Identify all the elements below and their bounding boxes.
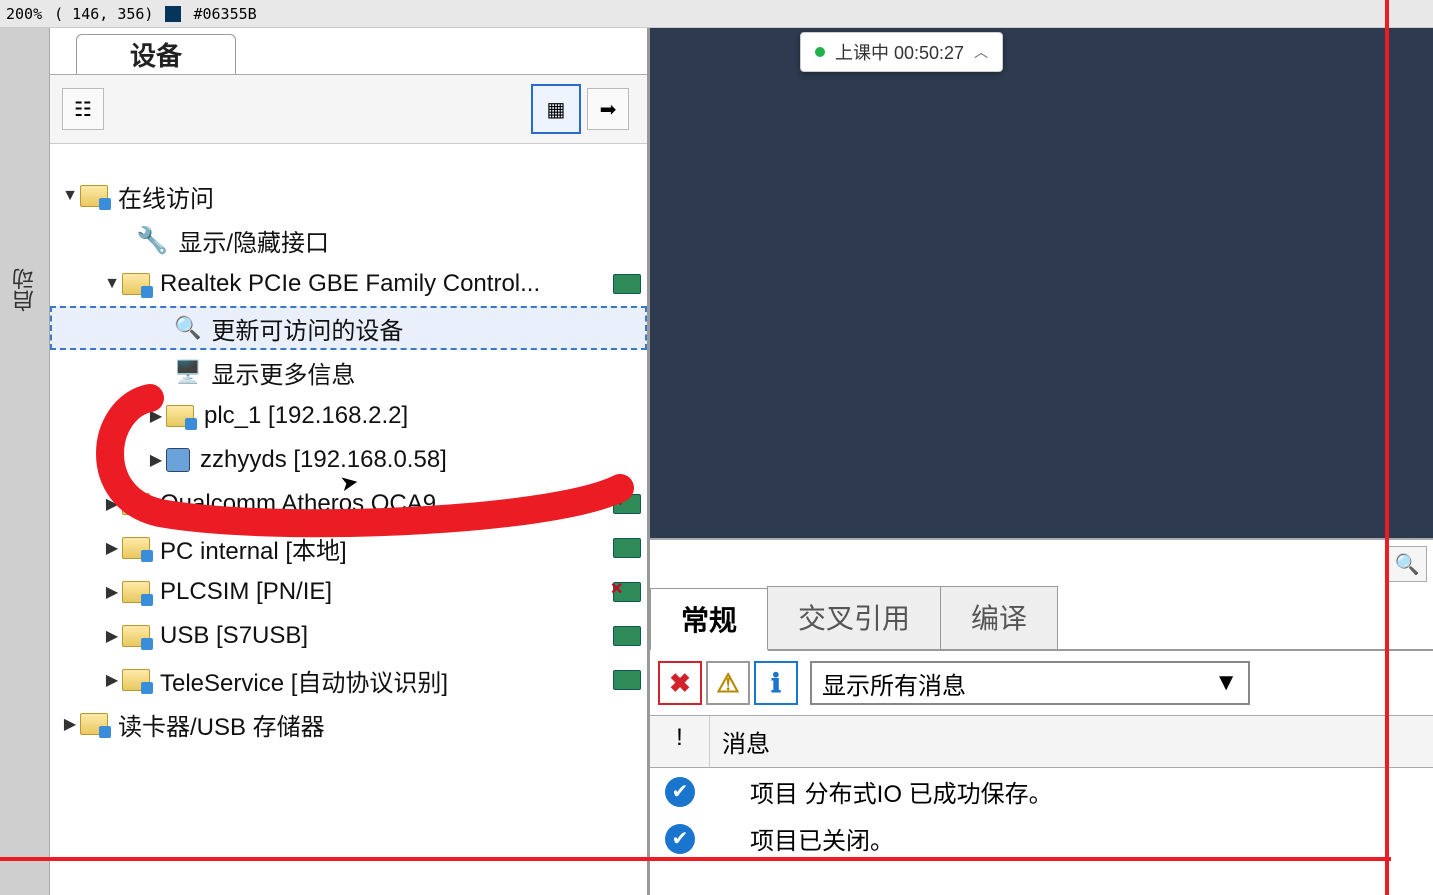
tree-label: 读卡器/USB 存储器: [118, 707, 325, 742]
tree-label: plc_1 [192.168.2.2]: [204, 402, 408, 430]
folder-icon: [80, 185, 108, 207]
tree-label: 显示/隐藏接口: [178, 223, 329, 258]
network-status-icon: [613, 626, 641, 646]
device-icon: [166, 448, 190, 472]
chevron-down-icon: ▼: [1214, 669, 1238, 697]
folder-icon: [122, 493, 150, 515]
tree-plc-1[interactable]: ▶ plc_1 [192.168.2.2]: [50, 394, 647, 438]
chevron-right-icon[interactable]: ▶: [60, 714, 80, 734]
info-search-button[interactable]: 🔍: [1387, 546, 1427, 582]
chevron-right-icon[interactable]: ▶: [102, 538, 122, 558]
folder-icon: [122, 273, 150, 295]
side-rail: 启动: [0, 28, 50, 895]
color-swatch: [165, 6, 181, 22]
info-panel: 🔍 常规 交叉引用 编译 ✖ ⚠ ℹ 显示所有消息 ▼ ! 消息 ✔: [650, 538, 1433, 895]
info-icon: 🖥️: [174, 359, 201, 385]
tree-label: USB [S7USB]: [160, 622, 308, 650]
message-row[interactable]: ✔ 项目 分布式IO 已成功保存。: [650, 768, 1433, 815]
message-filter-select[interactable]: 显示所有消息 ▼: [810, 661, 1250, 705]
cursor-coords: ( 146, 356): [54, 5, 153, 23]
chevron-right-icon[interactable]: ▶: [102, 494, 122, 514]
col-message: 消息: [710, 716, 1433, 767]
tree-teleservice[interactable]: ▶ TeleService [自动协议识别]: [50, 658, 647, 702]
tree-realtek-adapter[interactable]: ▼ Realtek PCIe GBE Family Control...: [50, 262, 647, 306]
message-table-header: ! 消息: [650, 715, 1433, 768]
info-strip: 200% ( 146, 356) #06355B: [0, 0, 1433, 28]
tree-label: PC internal [本地]: [160, 531, 347, 566]
right-side: 上课中 00:50:27 ︿ 🔍 常规 交叉引用 编译 ✖ ⚠ ℹ 显示所有消息…: [650, 28, 1433, 895]
tree-label: Realtek PCIe GBE Family Control...: [160, 270, 540, 298]
tree-usb[interactable]: ▶ USB [S7USB]: [50, 614, 647, 658]
color-hex: #06355B: [193, 5, 256, 23]
folder-icon: [122, 581, 150, 603]
folder-icon: [122, 625, 150, 647]
folder-icon: [122, 669, 150, 691]
message-text: 项目已关闭。: [710, 821, 1433, 856]
tree-online-access[interactable]: ▼ 在线访问: [50, 174, 647, 218]
status-dot-icon: [815, 47, 825, 57]
message-row[interactable]: ✔ 项目已关闭。: [650, 815, 1433, 862]
panel-toolbar: ☷ ▦ ➡: [50, 74, 647, 144]
tree-show-hide-interfaces[interactable]: 🔧 显示/隐藏接口: [50, 218, 647, 262]
side-rail-tab[interactable]: 启动: [9, 268, 41, 312]
tree-label: 更新可访问的设备: [211, 311, 403, 346]
devices-tab[interactable]: 设备: [76, 34, 236, 74]
device-tree: ▼ 在线访问 🔧 显示/隐藏接口 ▼ Realtek PCIe GBE Fami…: [50, 144, 647, 895]
chevron-up-icon[interactable]: ︿: [974, 42, 988, 62]
status-text: 上课中 00:50:27: [835, 39, 964, 65]
filter-info-button[interactable]: ℹ: [754, 661, 798, 705]
check-icon: ✔: [665, 824, 695, 854]
message-text: 项目 分布式IO 已成功保存。: [710, 774, 1433, 809]
chevron-right-icon[interactable]: ▶: [146, 450, 166, 470]
tree-update-accessible-devices[interactable]: 🔍 更新可访问的设备: [50, 306, 647, 350]
canvas-area[interactable]: 上课中 00:50:27 ︿: [650, 28, 1433, 538]
network-status-off-icon: [613, 582, 641, 602]
tree-plcsim[interactable]: ▶ PLCSIM [PN/IE]: [50, 570, 647, 614]
tab-compile[interactable]: 编译: [940, 586, 1058, 649]
refresh-icon: 🔍: [174, 315, 201, 341]
network-status-icon: [613, 670, 641, 690]
tree-label: 在线访问: [118, 179, 214, 214]
tab-general[interactable]: 常规: [650, 588, 768, 651]
info-tabs: 常规 交叉引用 编译: [650, 586, 1433, 651]
tree-label: TeleService [自动协议识别]: [160, 663, 448, 698]
tree-card-reader[interactable]: ▶ 读卡器/USB 存储器: [50, 702, 647, 746]
folder-icon: [122, 537, 150, 559]
chevron-right-icon[interactable]: ▶: [102, 626, 122, 646]
toolbar-export-button[interactable]: ➡: [587, 88, 629, 130]
filter-select-value: 显示所有消息: [822, 666, 966, 701]
class-status-pill[interactable]: 上课中 00:50:27 ︿: [800, 32, 1003, 72]
tree-label: Qualcomm Atheros QCA9...: [160, 490, 456, 518]
tree-show-more-info[interactable]: 🖥️ 显示更多信息: [50, 350, 647, 394]
filter-warning-button[interactable]: ⚠: [706, 661, 750, 705]
folder-icon: [80, 713, 108, 735]
check-icon: ✔: [665, 777, 695, 807]
tree-label: zzhyyds [192.168.0.58]: [200, 446, 447, 474]
chevron-right-icon[interactable]: ▶: [146, 406, 166, 426]
tree-label: PLCSIM [PN/IE]: [160, 578, 332, 606]
tree-pc-internal[interactable]: ▶ PC internal [本地]: [50, 526, 647, 570]
network-status-off-icon: [613, 494, 641, 514]
filter-error-button[interactable]: ✖: [658, 661, 702, 705]
wrench-icon: 🔧: [136, 225, 168, 256]
folder-icon: [166, 405, 194, 427]
chevron-right-icon[interactable]: ▶: [102, 670, 122, 690]
chevron-down-icon[interactable]: ▼: [60, 187, 80, 205]
network-status-icon: [613, 274, 641, 294]
tab-cross-reference[interactable]: 交叉引用: [767, 586, 941, 649]
annotation-border-bottom: [0, 857, 1391, 861]
zoom-level: 200%: [6, 5, 42, 23]
toolbar-btn-1[interactable]: ☷: [62, 88, 104, 130]
col-severity: !: [650, 716, 710, 767]
chevron-right-icon[interactable]: ▶: [102, 582, 122, 602]
devices-panel: 设备 ☷ ▦ ➡ ▼ 在线访问 🔧 显示/隐藏接口 ▼ Realtek PCIe…: [50, 28, 650, 895]
message-filter-row: ✖ ⚠ ℹ 显示所有消息 ▼: [658, 661, 1425, 705]
annotation-border-right: [1385, 0, 1389, 895]
network-status-icon: [613, 538, 641, 558]
chevron-down-icon[interactable]: ▼: [102, 275, 122, 293]
tree-label: 显示更多信息: [211, 355, 355, 390]
toolbar-view-grid-button[interactable]: ▦: [531, 84, 581, 134]
